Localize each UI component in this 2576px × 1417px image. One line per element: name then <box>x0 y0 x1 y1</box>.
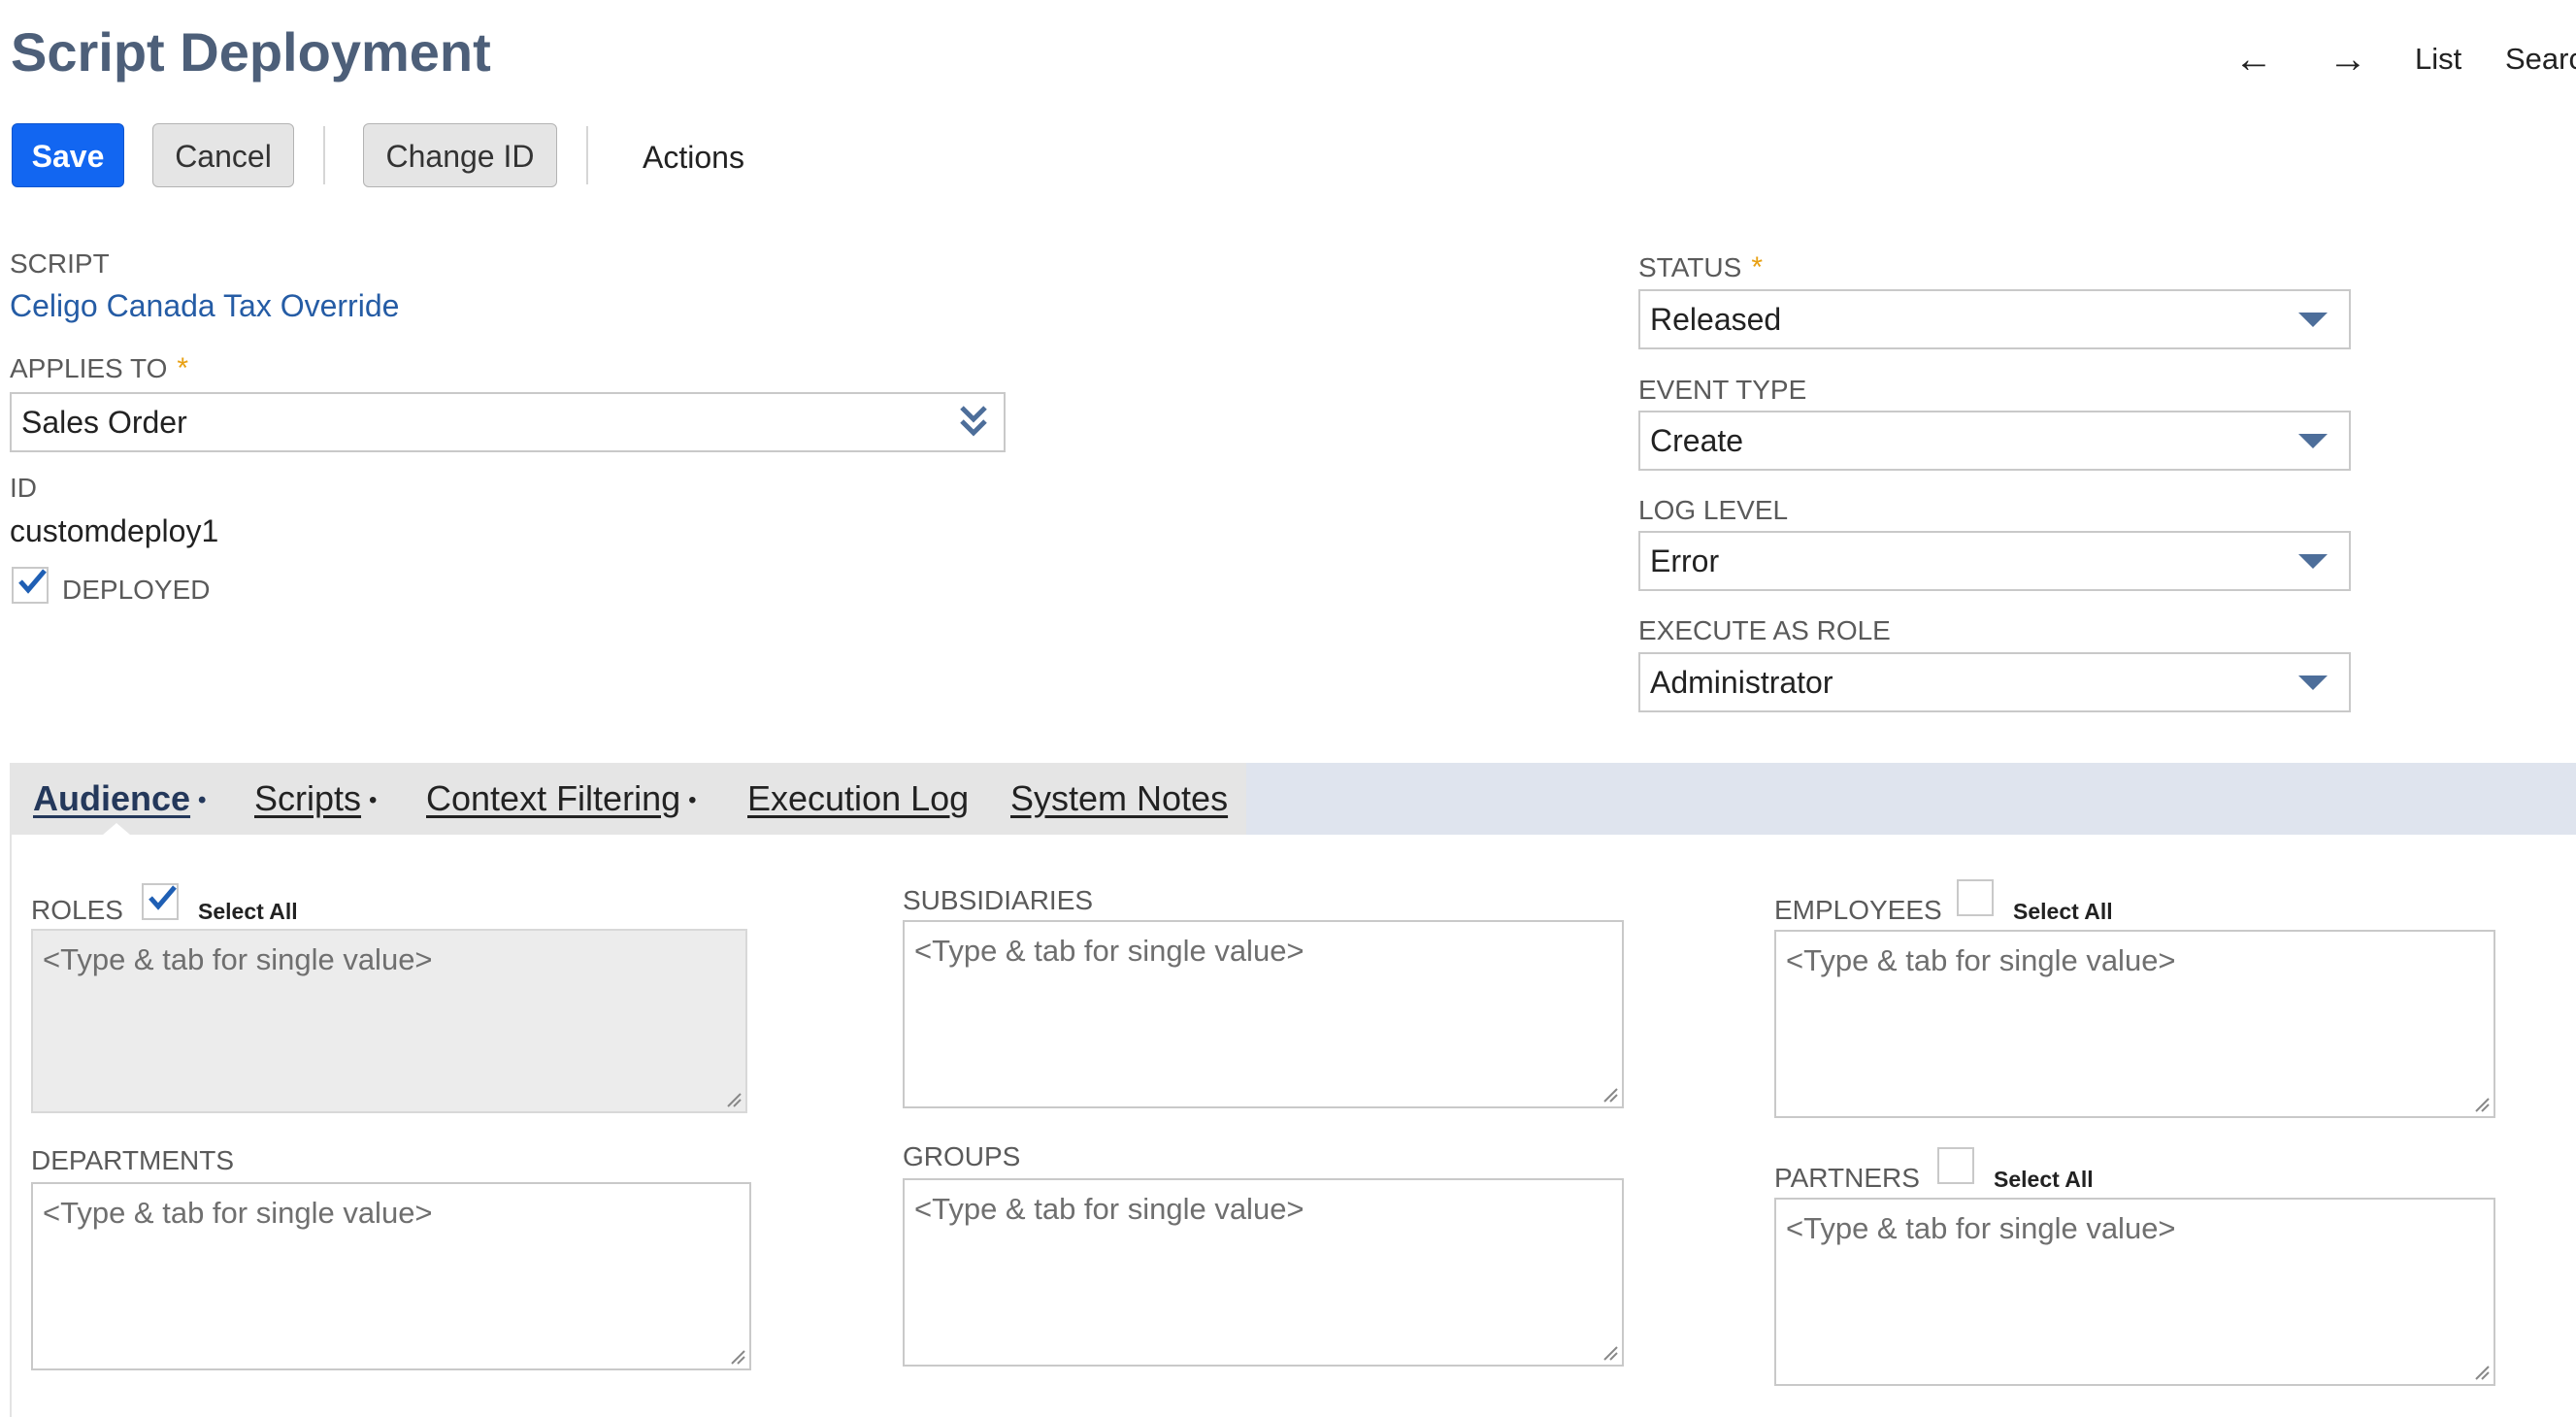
caret-down-icon <box>2298 313 2328 327</box>
partners-select-all-checkbox[interactable] <box>1937 1147 1974 1184</box>
employees-placeholder: <Type & tab for single value> <box>1786 943 2176 977</box>
tab-audience[interactable]: Audience • <box>33 776 206 823</box>
previous-record-arrow-icon[interactable]: ← <box>2229 35 2278 83</box>
groups-multiselect[interactable]: <Type & tab for single value> <box>903 1178 1624 1367</box>
cancel-button[interactable]: Cancel <box>152 123 294 187</box>
log-level-select[interactable]: Error <box>1638 531 2351 591</box>
deployed-checkbox[interactable] <box>12 567 49 604</box>
caret-down-icon <box>2298 554 2328 569</box>
next-record-arrow-icon[interactable]: → <box>2324 35 2372 83</box>
partners-placeholder: <Type & tab for single value> <box>1786 1211 2176 1245</box>
caret-down-icon <box>2298 676 2328 690</box>
tab-context-filtering[interactable]: Context Filtering • <box>426 776 697 823</box>
employees-multiselect[interactable]: <Type & tab for single value> <box>1774 930 2495 1118</box>
id-value: customdeploy1 <box>10 513 219 548</box>
subsidiaries-placeholder: <Type & tab for single value> <box>914 934 1305 968</box>
employees-select-all-checkbox[interactable] <box>1957 879 1994 916</box>
caret-down-icon <box>2298 434 2328 448</box>
actions-menu[interactable]: Actions <box>643 138 744 177</box>
checkmark-icon <box>18 569 47 594</box>
change-id-button[interactable]: Change ID <box>363 123 557 187</box>
roles-multiselect[interactable]: <Type & tab for single value> <box>31 929 747 1113</box>
script-label: SCRIPT <box>10 248 110 279</box>
page-title: Script Deployment <box>11 21 491 82</box>
panel-border <box>10 835 12 1417</box>
log-level-label: LOG LEVEL <box>1638 495 1789 525</box>
status-label: STATUS * <box>1638 251 1763 283</box>
tab-scripts[interactable]: Scripts • <box>254 776 377 823</box>
toolbar-separator <box>323 126 325 184</box>
list-link[interactable]: List <box>2415 39 2461 80</box>
groups-placeholder: <Type & tab for single value> <box>914 1192 1305 1226</box>
status-select[interactable]: Released <box>1638 289 2351 349</box>
event-type-label: EVENT TYPE <box>1638 375 1807 405</box>
partners-label: PARTNERS <box>1774 1163 1920 1193</box>
save-button[interactable]: Save <box>12 123 124 187</box>
applies-to-select[interactable]: Sales Order <box>10 392 1006 452</box>
resize-handle-icon[interactable] <box>1602 1087 1618 1103</box>
employees-label: EMPLOYEES <box>1774 895 1942 925</box>
partners-select-all-label: Select All <box>1994 1167 2094 1192</box>
execute-as-role-label: EXECUTE AS ROLE <box>1638 615 1891 645</box>
partners-multiselect[interactable]: <Type & tab for single value> <box>1774 1198 2495 1386</box>
resize-handle-icon[interactable] <box>1602 1345 1618 1361</box>
resize-handle-icon[interactable] <box>2474 1365 2490 1380</box>
departments-placeholder: <Type & tab for single value> <box>43 1196 433 1230</box>
required-star-icon: * <box>177 352 189 384</box>
deployed-label: DEPLOYED <box>62 575 211 605</box>
script-link[interactable]: Celigo Canada Tax Override <box>10 285 399 326</box>
subsidiaries-label: SUBSIDIARIES <box>903 885 1094 915</box>
checkmark-icon <box>149 885 177 910</box>
groups-label: GROUPS <box>903 1141 1021 1171</box>
roles-select-all-checkbox[interactable] <box>142 883 179 920</box>
employees-select-all-label: Select All <box>2013 899 2113 924</box>
required-star-icon: * <box>1751 251 1763 283</box>
roles-placeholder: <Type & tab for single value> <box>43 942 433 976</box>
departments-label: DEPARTMENTS <box>31 1145 234 1175</box>
id-label: ID <box>10 473 37 503</box>
active-tab-indicator <box>103 823 130 835</box>
resize-handle-icon[interactable] <box>726 1092 742 1107</box>
event-type-select[interactable]: Create <box>1638 411 2351 471</box>
resize-handle-icon[interactable] <box>2474 1097 2490 1112</box>
subsidiaries-multiselect[interactable]: <Type & tab for single value> <box>903 920 1624 1108</box>
roles-select-all-label: Select All <box>198 899 298 924</box>
search-link[interactable]: Search <box>2505 39 2576 80</box>
roles-label: ROLES <box>31 895 123 925</box>
tab-execution-log[interactable]: Execution Log <box>747 776 969 821</box>
tab-system-notes[interactable]: System Notes <box>1010 776 1228 821</box>
applies-to-label: APPLIES TO * <box>10 352 189 384</box>
resize-handle-icon[interactable] <box>730 1349 745 1365</box>
double-chevron-down-icon <box>960 406 987 437</box>
departments-multiselect[interactable]: <Type & tab for single value> <box>31 1182 751 1370</box>
toolbar-separator <box>586 126 588 184</box>
execute-as-role-select[interactable]: Administrator <box>1638 652 2351 712</box>
